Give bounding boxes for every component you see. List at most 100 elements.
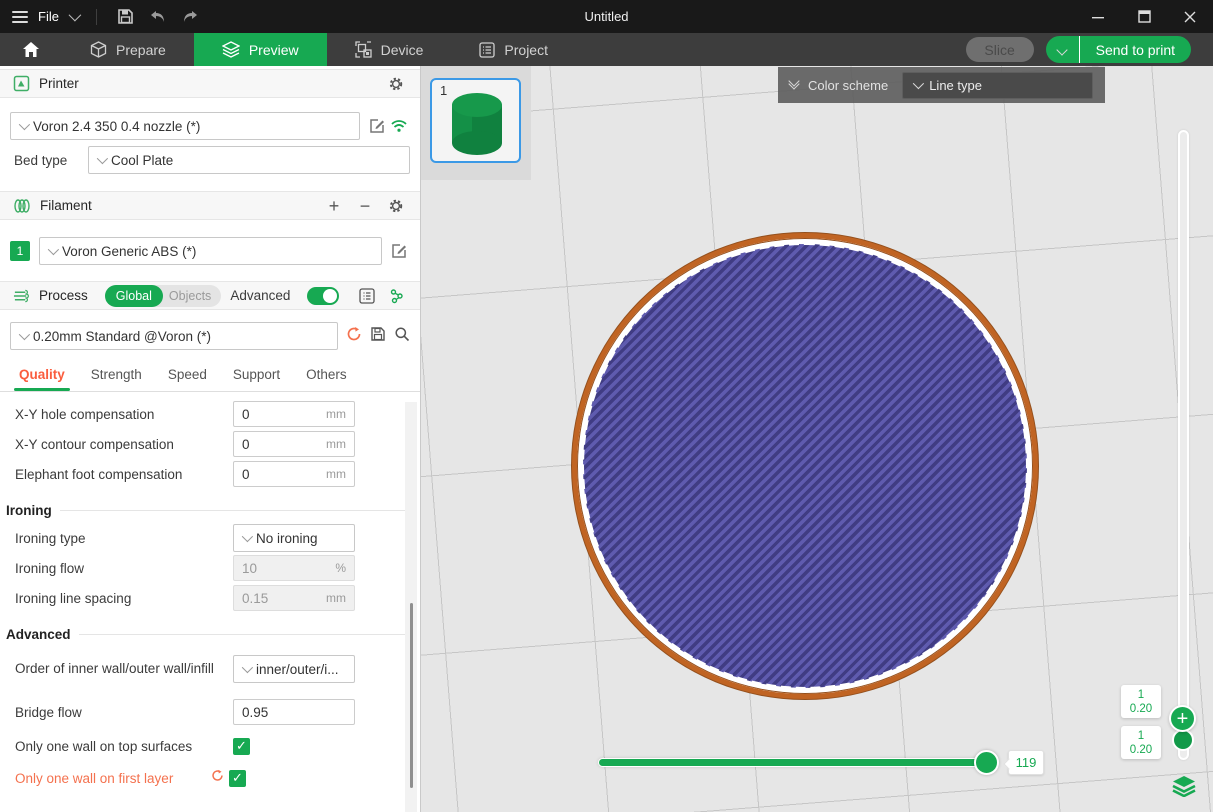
bridge-flow-input[interactable]: 0.95 xyxy=(233,699,355,725)
move-slider-track[interactable] xyxy=(598,758,997,767)
layer-slider-track[interactable] xyxy=(1178,130,1189,760)
send-to-print-button[interactable]: Send to print xyxy=(1080,36,1191,63)
setting-row-xy-hole: X-Y hole compensation 0 mm xyxy=(0,399,420,429)
tab-others[interactable]: Others xyxy=(293,361,360,391)
tab-project-label: Project xyxy=(504,42,548,58)
tab-speed[interactable]: Speed xyxy=(155,361,220,391)
move-slider-value-badge: 119 xyxy=(1008,750,1044,775)
edit-printer-icon[interactable] xyxy=(366,115,388,137)
printer-settings-gear-icon[interactable] xyxy=(385,73,407,95)
ironing-group-header: Ironing xyxy=(0,497,420,523)
remove-filament-button[interactable]: − xyxy=(354,195,376,217)
reset-preset-icon[interactable] xyxy=(346,326,362,347)
advanced-group-header: Advanced xyxy=(0,621,420,647)
color-scheme-value: Line type xyxy=(929,78,982,93)
setting-row-ironing-type: Ironing type No ironing xyxy=(0,523,420,553)
elephant-foot-compensation-input[interactable]: 0 mm xyxy=(233,461,355,487)
cube-icon xyxy=(90,41,107,58)
advanced-label: Advanced xyxy=(230,288,290,303)
tab-support[interactable]: Support xyxy=(220,361,293,391)
ironing-type-select[interactable]: No ironing xyxy=(233,524,355,552)
send-options-button[interactable] xyxy=(1046,36,1080,63)
edit-filament-icon[interactable] xyxy=(388,240,410,262)
undo-icon[interactable] xyxy=(147,6,169,28)
filament-settings-gear-icon[interactable] xyxy=(385,195,407,217)
title-bar: File Untitled xyxy=(0,0,1213,33)
redo-icon[interactable] xyxy=(179,6,201,28)
layers-icon xyxy=(222,41,240,58)
chevron-down-icon xyxy=(242,531,253,542)
file-menu-chevron-icon[interactable] xyxy=(69,9,82,22)
send-split-button: Send to print xyxy=(1046,36,1191,63)
xy-contour-compensation-input[interactable]: 0 mm xyxy=(233,431,355,457)
search-setting-icon[interactable] xyxy=(394,326,410,347)
process-scope-toggle[interactable]: Global Objects xyxy=(105,285,222,307)
printer-preset-select[interactable]: Voron 2.4 350 0.4 nozzle (*) xyxy=(10,112,360,140)
color-scheme-select[interactable]: Line type xyxy=(902,72,1093,99)
input-unit: % xyxy=(335,561,346,575)
close-button[interactable] xyxy=(1167,0,1213,33)
file-menu[interactable]: File xyxy=(38,9,59,24)
printer-preset-value: Voron 2.4 350 0.4 nozzle (*) xyxy=(33,119,200,134)
printer-icon xyxy=(13,75,30,92)
minimize-button[interactable] xyxy=(1075,0,1121,33)
setting-list-view-icon[interactable] xyxy=(356,285,377,307)
setting-label: X-Y contour compensation xyxy=(15,437,233,452)
process-section-title: Process xyxy=(39,288,88,303)
scope-objects-option[interactable]: Objects xyxy=(163,289,221,303)
chevron-down-icon xyxy=(19,119,30,130)
top-one-wall-checkbox[interactable]: ✓ xyxy=(233,738,250,755)
slice-button[interactable]: Slice xyxy=(966,37,1034,62)
wall-order-select[interactable]: inner/outer/i... xyxy=(233,655,355,683)
project-icon xyxy=(479,42,495,58)
tab-device[interactable]: Device xyxy=(327,33,452,66)
hamburger-menu-icon[interactable] xyxy=(12,11,28,23)
printer-connection-wifi-icon[interactable] xyxy=(388,115,410,137)
xy-hole-compensation-input[interactable]: 0 mm xyxy=(233,401,355,427)
color-scheme-label: Color scheme xyxy=(808,78,888,93)
tab-preview-label: Preview xyxy=(249,42,299,58)
filament-section-header: Filament + − xyxy=(0,191,420,220)
setting-label: X-Y hole compensation xyxy=(15,407,233,422)
toolbar-divider xyxy=(96,9,97,25)
layer-slider-lower-label: 1 0.20 xyxy=(1121,726,1161,759)
scope-global-option[interactable]: Global xyxy=(105,285,163,307)
add-filament-button[interactable]: + xyxy=(323,195,345,217)
first-layer-one-wall-checkbox[interactable]: ✓ xyxy=(229,770,246,787)
tab-strength[interactable]: Strength xyxy=(78,361,155,391)
plate-thumbnail-strip: 1 xyxy=(421,66,531,180)
reset-setting-icon[interactable] xyxy=(211,769,224,787)
tune-params-icon[interactable] xyxy=(386,285,407,307)
layer-slider-lower-handle[interactable] xyxy=(1172,729,1194,751)
wall-order-value: inner/outer/i... xyxy=(256,662,339,677)
settings-scrollbar-thumb[interactable] xyxy=(410,603,413,788)
filament-slot-badge: 1 xyxy=(10,241,30,261)
process-preset-select[interactable]: 0.20mm Standard @Voron (*) xyxy=(10,322,338,350)
plate-thumbnail[interactable]: 1 xyxy=(430,78,521,163)
advanced-group-title: Advanced xyxy=(6,627,71,642)
layer-view-layers-icon[interactable] xyxy=(1171,773,1197,799)
move-slider-handle[interactable] xyxy=(974,750,999,775)
tab-project[interactable]: Project xyxy=(451,33,576,66)
advanced-toggle[interactable] xyxy=(307,287,339,305)
layer-slider-upper-handle-plus-icon[interactable]: + xyxy=(1169,705,1196,732)
save-preset-icon[interactable] xyxy=(370,326,386,347)
collapse-legend-icon[interactable] xyxy=(790,82,798,88)
setting-label: Only one wall on first layer xyxy=(15,771,211,786)
input-value: 0 xyxy=(242,437,250,452)
save-icon[interactable] xyxy=(115,6,137,28)
process-preset-value: 0.20mm Standard @Voron (*) xyxy=(33,329,211,344)
tab-quality[interactable]: Quality xyxy=(6,361,78,391)
input-value: 0.15 xyxy=(242,591,268,606)
filament-icon xyxy=(13,198,31,214)
maximize-button[interactable] xyxy=(1121,0,1167,33)
plate-number-label: 1 xyxy=(440,83,447,98)
tab-preview[interactable]: Preview xyxy=(194,33,327,66)
infill-gap-ring xyxy=(579,240,1031,692)
filament-preset-select[interactable]: Voron Generic ABS (*) xyxy=(39,237,382,265)
viewport-3d-scene[interactable]: 1 Color scheme Line type 119 1 0.20 1 0.… xyxy=(421,66,1213,812)
tab-prepare[interactable]: Prepare xyxy=(62,33,194,66)
chevron-down-icon xyxy=(97,153,108,164)
home-tab[interactable] xyxy=(0,33,62,66)
bed-type-select[interactable]: Cool Plate xyxy=(88,146,410,174)
